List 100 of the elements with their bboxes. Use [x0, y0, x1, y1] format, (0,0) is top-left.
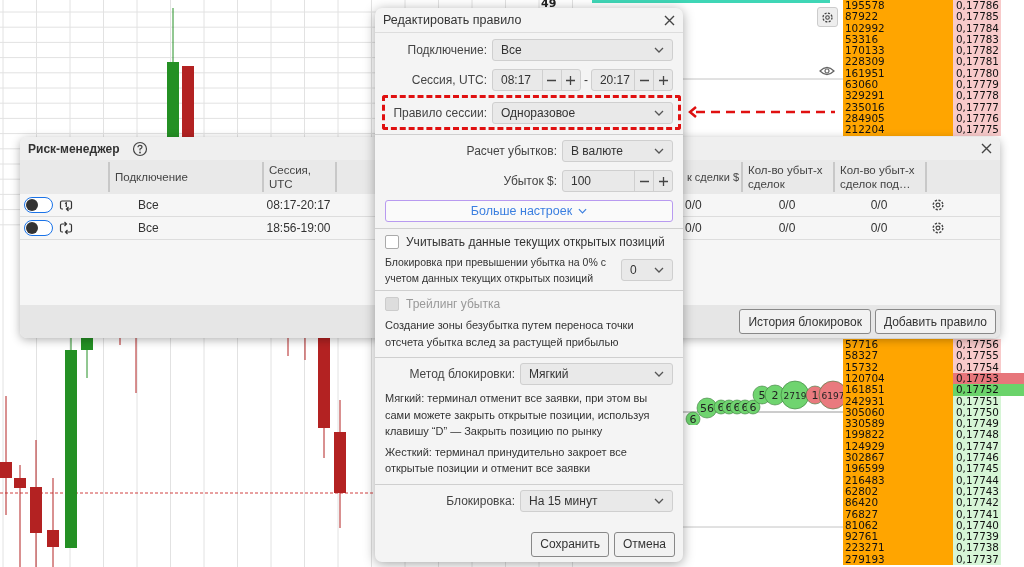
- close-icon: [664, 14, 675, 26]
- window-title: Риск-менеджер: [28, 141, 120, 156]
- volume-cell: 170133: [843, 45, 953, 57]
- trade-bubble: 2719: [780, 380, 810, 410]
- dialog-title: Редактировать правило: [383, 13, 522, 27]
- footer-button[interactable]: Добавить правило: [874, 309, 996, 334]
- price-cell: 0,17744: [953, 474, 1001, 486]
- volume-cell: 86420: [843, 497, 953, 509]
- note-text: Блокировка при превышении убытка на 0% с учетом данных текущих открытых позиций: [385, 255, 607, 286]
- candle-wick: [119, 337, 121, 346]
- time-field[interactable]: 08:17: [492, 69, 581, 91]
- column-header: Сессия, UTC: [262, 162, 335, 192]
- chevron-icon: [654, 497, 664, 504]
- help-icon[interactable]: [131, 140, 148, 157]
- price-cell: 0,17751: [953, 395, 1001, 407]
- price-cell: 0,17756: [953, 339, 1001, 351]
- footer-button[interactable]: История блокировок: [739, 309, 871, 334]
- column-header: к сделки $: [685, 170, 740, 185]
- table-cell-text: Все: [137, 197, 160, 214]
- price-cell: 0,17745: [953, 463, 1001, 475]
- field-label: Убыток $:: [503, 174, 557, 188]
- checkbox[interactable]: [385, 235, 399, 249]
- volume-cell: 216483: [843, 474, 953, 486]
- volume-cell: 63060: [843, 79, 953, 91]
- volume-cell: 330589: [843, 418, 953, 430]
- time-field[interactable]: 20:17: [590, 69, 673, 91]
- trade-bubble: 6: [685, 411, 701, 425]
- dialog-button[interactable]: Сохранить: [531, 531, 609, 557]
- field-label: Подключение:: [407, 43, 487, 57]
- column-header: Кол-во убыт-х сделок: [741, 162, 833, 192]
- volume-cell: 57716: [843, 339, 953, 351]
- close-button[interactable]: [979, 141, 994, 156]
- volume-cell: 212204: [843, 124, 953, 136]
- volume-cell: 58327: [843, 350, 953, 362]
- settings-button[interactable]: [817, 7, 838, 27]
- settings-icon[interactable]: [931, 198, 945, 212]
- volume-cell: 302867: [843, 452, 953, 464]
- best-price-bar: [1001, 384, 1024, 396]
- volume-cell: 235016: [843, 101, 953, 113]
- volume-cell: 76827: [843, 508, 953, 520]
- price-cell: 0,17748: [953, 429, 1001, 441]
- chevron-icon: [578, 208, 588, 214]
- table-cell-text: 18:56-19:00: [265, 220, 332, 237]
- number-field[interactable]: 100: [562, 170, 673, 192]
- best-price-bar: [1001, 372, 1024, 385]
- chevron-icon: [654, 148, 664, 154]
- settings-icon: [821, 10, 834, 24]
- volume-cell: 92761: [843, 531, 953, 543]
- toggle-switch[interactable]: [24, 220, 53, 236]
- price-cell: 0,17738: [953, 542, 1001, 554]
- field-label: Блокировка:: [446, 493, 515, 508]
- price-cell: 0,17746: [953, 452, 1001, 464]
- price-cell: 0,17752: [953, 384, 1001, 396]
- table-cell-text: Все: [137, 220, 160, 237]
- candle-wick: [287, 337, 289, 357]
- volume-cell: 102992: [843, 22, 953, 34]
- chevron-icon: [654, 109, 664, 116]
- chevron-icon: [654, 371, 664, 377]
- chevron-icon: [654, 267, 664, 273]
- dropdown[interactable]: 0: [621, 259, 673, 281]
- more-settings-button[interactable]: Больше настроек: [385, 200, 673, 222]
- toggle-switch[interactable]: [24, 197, 53, 213]
- dropdown[interactable]: В валюте: [562, 140, 673, 162]
- table-cell-text: 0/0: [869, 197, 889, 214]
- price-cell: 0,17754: [953, 361, 1001, 373]
- checkbox-label: Учитывать данные текущих открытых позиций: [406, 235, 665, 249]
- dialog-button[interactable]: Отмена: [613, 531, 675, 557]
- price-cell: 0,17786: [953, 0, 1001, 12]
- price-cell: 0,17755: [953, 350, 1001, 362]
- dropdown[interactable]: Одноразовое: [492, 101, 673, 124]
- eye-icon[interactable]: [819, 66, 835, 76]
- table-cell-text: 0/0: [684, 220, 703, 237]
- price-cell: 0,17784: [953, 22, 1001, 34]
- close-icon: [981, 143, 992, 154]
- price-cell: 0,17778: [953, 90, 1001, 102]
- column-header: Подключение: [108, 162, 262, 192]
- table-cell-text: 0/0: [777, 220, 797, 237]
- price-cell: 0,17741: [953, 508, 1001, 520]
- volume-cell: 329291: [843, 90, 953, 102]
- separator: -: [583, 73, 588, 87]
- dropdown[interactable]: На 15 минут: [520, 489, 673, 512]
- note-text: Жесткий: терминал принудительно закроет все открытые позиции и отменит все заявки: [385, 444, 628, 476]
- volume-cell: 228309: [843, 56, 953, 68]
- dropdown[interactable]: Все: [492, 39, 673, 61]
- chevron-icon: [654, 47, 664, 53]
- price-cell: 0,17749: [953, 418, 1001, 430]
- dropdown[interactable]: Мягкий: [520, 363, 673, 385]
- price-cell: 0,17775: [953, 124, 1001, 136]
- volume-cell: 195578: [843, 0, 953, 12]
- settings-icon[interactable]: [931, 221, 945, 235]
- table-cell-text: 0/0: [684, 197, 703, 214]
- note-text: Создание зоны безубытка путем переноса точки отсчета убытка вслед за растущей прибылью: [385, 318, 635, 350]
- price-cell: 0,17782: [953, 45, 1001, 57]
- price-cell: 0,17785: [953, 11, 1001, 23]
- table-cell-text: 0/0: [869, 220, 889, 237]
- price-cell: 0,17742: [953, 497, 1001, 509]
- candle-wick: [135, 337, 137, 394]
- checkbox-label: Трейлинг убытка: [406, 297, 501, 311]
- column-header: Кол-во убыт-х сделок под…: [833, 162, 925, 192]
- volume-cell: 196599: [843, 463, 953, 475]
